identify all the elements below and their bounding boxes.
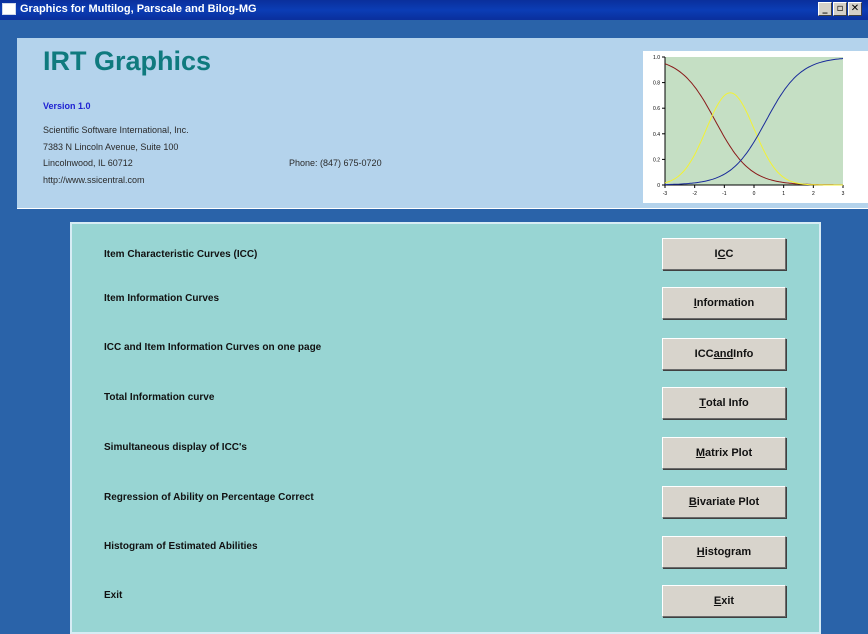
icc-button[interactable]: ICC xyxy=(662,238,786,270)
y-tick-label: 1.0 xyxy=(653,55,660,61)
y-tick-label: 0.6 xyxy=(653,106,660,112)
x-tick-label: 1 xyxy=(782,191,785,197)
row-label-icc: Item Characteristic Curves (ICC) xyxy=(104,249,258,260)
row-label-histogram: Histogram of Estimated Abilities xyxy=(104,541,258,552)
row-label-icc-and-info: ICC and Item Information Curves on one p… xyxy=(104,342,322,353)
x-tick-label: 2 xyxy=(812,191,815,197)
x-tick-label: 3 xyxy=(842,191,845,197)
company-name: Scientific Software International, Inc. xyxy=(43,125,189,135)
version-label: Version 1.0 xyxy=(43,101,91,111)
icc-and-info-button[interactable]: ICC and Info xyxy=(662,338,786,370)
x-tick-label: -3 xyxy=(663,191,668,197)
header-panel: IRT Graphics Version 1.0 Scientific Soft… xyxy=(17,38,868,209)
close-button[interactable]: ✕ xyxy=(848,2,862,16)
y-tick-label: 0 xyxy=(657,183,660,189)
phone-number: Phone: (847) 675-0720 xyxy=(289,158,382,168)
information-button[interactable]: Information xyxy=(662,287,786,319)
row-label-matrix-plot: Simultaneous display of ICC's xyxy=(104,442,247,453)
total-info-button[interactable]: Total Info xyxy=(662,387,786,419)
histogram-button[interactable]: Histogram xyxy=(662,536,786,568)
app-icon xyxy=(2,3,16,15)
row-label-bivariate-plot: Regression of Ability on Percentage Corr… xyxy=(104,492,314,503)
x-tick-label: -1 xyxy=(722,191,727,197)
row-label-exit: Exit xyxy=(104,590,123,601)
matrix-plot-button[interactable]: Matrix Plot xyxy=(662,437,786,469)
exit-button[interactable]: Exit xyxy=(662,585,786,617)
y-tick-label: 0.2 xyxy=(653,157,660,163)
row-label-total-info: Total Information curve xyxy=(104,392,215,403)
y-tick-label: 0.4 xyxy=(653,132,660,138)
address-line-1: 7383 N Lincoln Avenue, Suite 100 xyxy=(43,142,179,152)
x-tick-label: -2 xyxy=(692,191,697,197)
maximize-button[interactable]: ▫ xyxy=(833,2,847,16)
x-tick-label: 0 xyxy=(753,191,756,197)
window-title: Graphics for Multilog, Parscale and Bilo… xyxy=(20,3,257,15)
minimize-button[interactable]: _ xyxy=(818,2,832,16)
plot-area xyxy=(665,57,843,185)
menu-panel: Item Characteristic Curves (ICC) ICC Ite… xyxy=(70,222,821,634)
title-bar: Graphics for Multilog, Parscale and Bilo… xyxy=(0,0,868,20)
address-line-2: Lincolnwood, IL 60712 xyxy=(43,158,133,168)
irt-curves-plot: 1.0 0.8 0.6 0.4 0.2 0 -3 -2 -1 0 1 2 3 xyxy=(653,55,845,197)
app-title: IRT Graphics xyxy=(43,46,212,76)
bivariate-plot-button[interactable]: Bivariate Plot xyxy=(662,486,786,518)
y-tick-label: 0.8 xyxy=(653,81,660,87)
irt-curves-thumbnail: 1.0 0.8 0.6 0.4 0.2 0 -3 -2 -1 0 1 2 3 xyxy=(643,51,868,203)
row-label-information: Item Information Curves xyxy=(104,293,220,304)
website: http://www.ssicentral.com xyxy=(43,175,145,185)
